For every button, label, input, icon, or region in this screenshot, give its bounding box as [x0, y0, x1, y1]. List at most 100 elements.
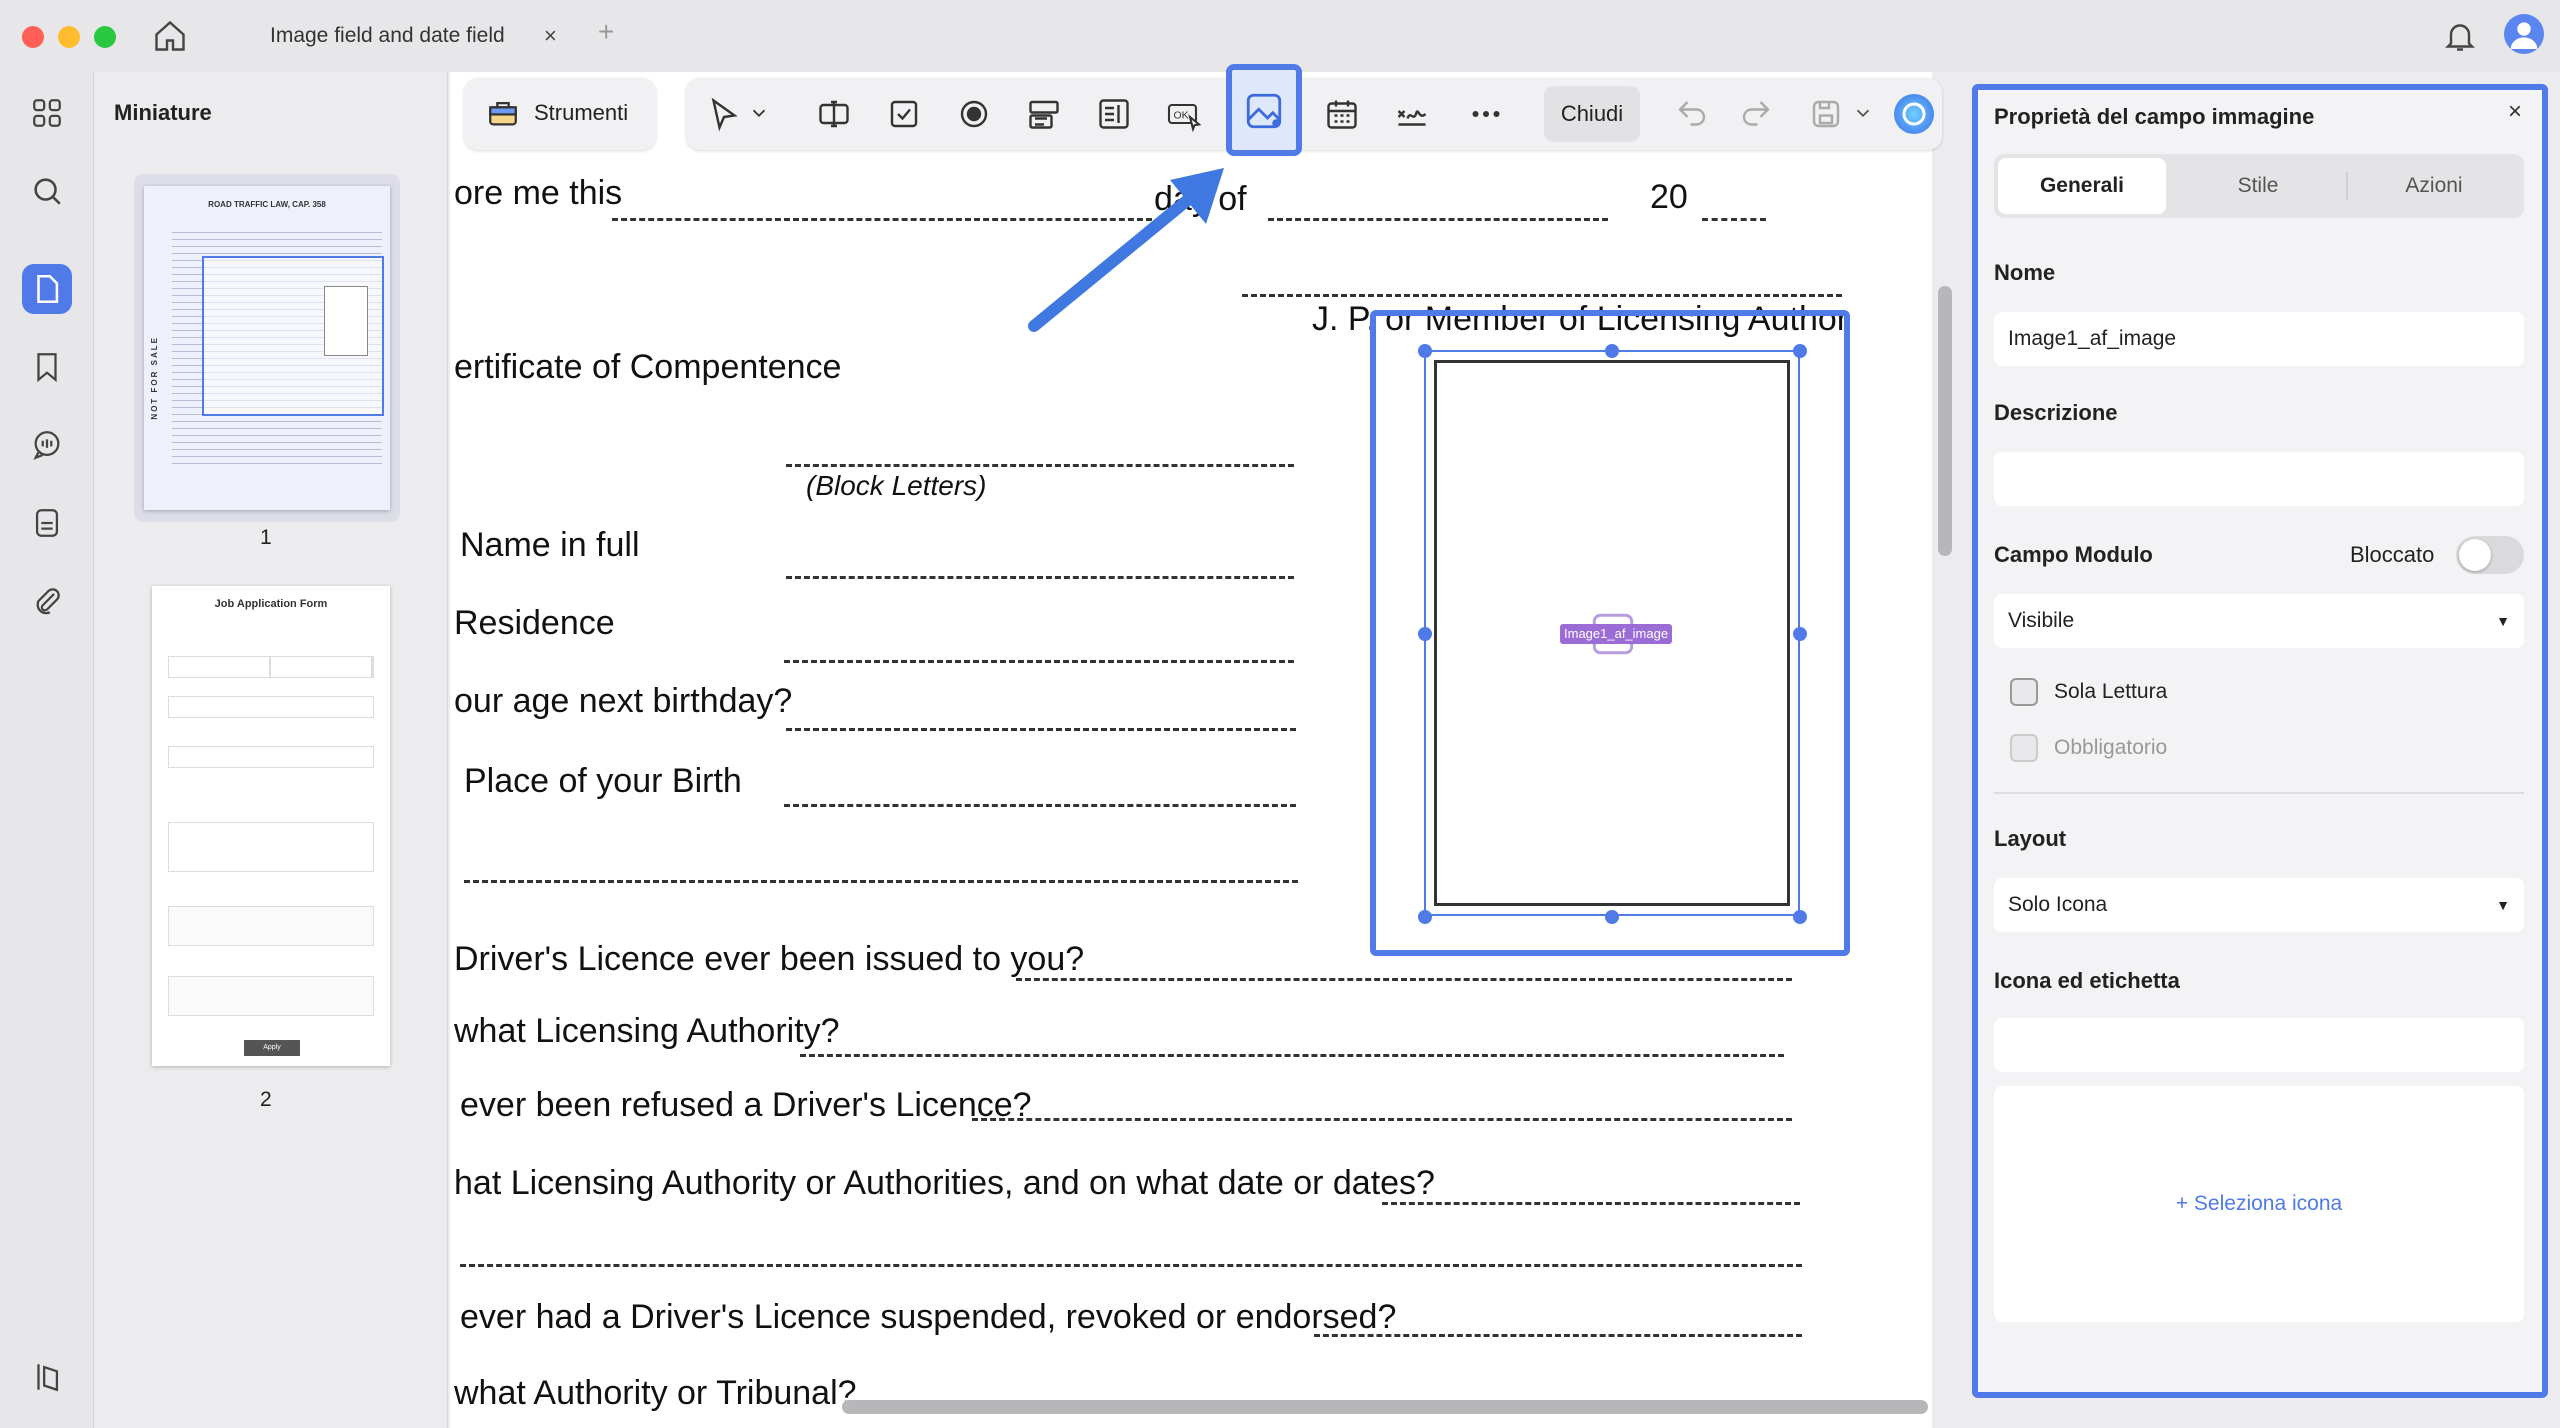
- save-options-chevron-icon[interactable]: [1852, 102, 1874, 124]
- resize-handle[interactable]: [1418, 627, 1432, 641]
- thumbnail-page-2[interactable]: Job Application Form Apply: [152, 586, 390, 1066]
- tab-close-icon[interactable]: ×: [544, 23, 557, 49]
- pages-icon[interactable]: [22, 264, 72, 314]
- doc-dash: [460, 1264, 1802, 1267]
- checkbox-icon[interactable]: [878, 88, 930, 140]
- name-field-value: Image1_af_image: [2008, 327, 2177, 350]
- resize-handle[interactable]: [1605, 910, 1619, 924]
- dropdown-arrow-icon: ▼: [2496, 613, 2510, 629]
- image-field-tag: Image1_af_image: [1560, 624, 1673, 644]
- chevron-down-icon[interactable]: [748, 102, 770, 124]
- doc-line: what Authority or Tribunal?: [454, 1374, 857, 1412]
- button-field-ok-text: OK: [1174, 110, 1189, 122]
- required-checkbox[interactable]: [2010, 734, 2038, 762]
- image-field-tool-button[interactable]: [1226, 64, 1302, 156]
- thumbnail-page-1[interactable]: ROAD TRAFFIC LAW, CAP. 358 NOT FOR SALE: [134, 174, 400, 522]
- avatar[interactable]: [2504, 14, 2544, 54]
- doc-dash: [784, 660, 1294, 663]
- icon-label-field[interactable]: [1994, 1018, 2524, 1072]
- home-icon[interactable]: [152, 18, 188, 54]
- doc-line: Place of your Birth: [464, 762, 742, 800]
- save-icon[interactable]: [1800, 88, 1852, 140]
- layers-icon[interactable]: [22, 1352, 72, 1402]
- read-only-checkbox[interactable]: [2010, 678, 2038, 706]
- attachment-icon[interactable]: [22, 576, 72, 626]
- tools-button[interactable]: Strumenti: [464, 78, 656, 150]
- thumbnail-page-2-row: [168, 656, 374, 678]
- select-pointer-icon[interactable]: [698, 88, 750, 140]
- thumbnail-page-2-row: [168, 746, 374, 768]
- icon-select-area[interactable]: + Seleziona icona: [1994, 1086, 2524, 1322]
- resize-handle[interactable]: [1793, 344, 1807, 358]
- undo-icon[interactable]: [1666, 88, 1718, 140]
- date-field-icon[interactable]: [1316, 88, 1368, 140]
- zoom-window-button[interactable]: [94, 26, 116, 48]
- doc-dash: [784, 804, 1296, 807]
- image-field-icon: [1243, 90, 1285, 132]
- doc-dash: [800, 1054, 1784, 1057]
- thumbnails-title: Miniature: [114, 100, 212, 125]
- thumbnail-page-1-side: NOT FOR SALE: [150, 336, 159, 420]
- properties-tabs: Generali Stile Azioni: [1994, 154, 2524, 218]
- name-label: Nome: [1994, 260, 2056, 285]
- tools-label: Strumenti: [534, 100, 629, 125]
- tab-azioni[interactable]: Azioni: [2350, 158, 2518, 214]
- doc-line: what Licensing Authority?: [454, 1012, 840, 1050]
- vertical-scrollbar[interactable]: [1938, 286, 1952, 556]
- doc-dash: [1242, 294, 1842, 297]
- doc-line: ever had a Driver's Licence suspended, r…: [460, 1298, 1397, 1336]
- left-rail: [0, 72, 94, 1428]
- doc-line: hat Licensing Authority or Authorities, …: [454, 1164, 1435, 1202]
- layout-select[interactable]: Solo Icona ▼: [1994, 878, 2524, 932]
- bell-icon[interactable]: [2442, 18, 2478, 54]
- list-box-icon[interactable]: [1088, 88, 1140, 140]
- bookmark-icon[interactable]: [22, 342, 72, 392]
- doc-dash: [972, 1118, 1792, 1121]
- more-icon[interactable]: [1460, 88, 1512, 140]
- read-only-label: Sola Lettura: [2054, 680, 2168, 703]
- minimize-window-button[interactable]: [58, 26, 80, 48]
- doc-line: Residence: [454, 604, 615, 642]
- search-icon[interactable]: [22, 166, 72, 216]
- document-tab[interactable]: Image field and date field ×: [248, 14, 578, 58]
- close-window-button[interactable]: [22, 26, 44, 48]
- required-label: Obbligatorio: [2054, 736, 2168, 759]
- locked-toggle[interactable]: [2456, 536, 2524, 574]
- new-tab-button[interactable]: +: [598, 16, 614, 48]
- tab-generali[interactable]: Generali: [1998, 158, 2166, 214]
- radio-button-icon[interactable]: [948, 88, 1000, 140]
- apps-grid-icon[interactable]: [22, 88, 72, 138]
- title-bar: Image field and date field × +: [0, 0, 2560, 72]
- combo-box-icon[interactable]: [1018, 88, 1070, 140]
- close-panel-icon[interactable]: ×: [2508, 98, 2522, 126]
- redo-icon[interactable]: [1730, 88, 1782, 140]
- doc-line: 20: [1650, 178, 1688, 216]
- thumbnail-image-field: [324, 286, 368, 356]
- toolbox-icon: [486, 96, 520, 130]
- thumbnail-page-1-label: 1: [260, 526, 272, 549]
- resize-handle[interactable]: [1418, 910, 1432, 924]
- text-field-icon[interactable]: [808, 88, 860, 140]
- divider: [1994, 792, 2524, 794]
- tab-title: Image field and date field: [270, 24, 505, 47]
- thumbnail-page-2-row: [168, 696, 374, 718]
- resize-handle[interactable]: [1793, 627, 1807, 641]
- doc-dash: [786, 576, 1294, 579]
- comment-icon[interactable]: [22, 420, 72, 470]
- visibility-value: Visibile: [2008, 609, 2075, 632]
- ai-assistant-icon[interactable]: [1894, 94, 1934, 134]
- close-form-mode-button[interactable]: Chiudi: [1544, 86, 1640, 142]
- button-field-icon[interactable]: OK: [1158, 88, 1210, 140]
- resize-handle[interactable]: [1605, 344, 1619, 358]
- form-fields-icon[interactable]: [22, 498, 72, 548]
- description-field[interactable]: [1994, 452, 2524, 506]
- tab-stile[interactable]: Stile: [2174, 158, 2342, 214]
- resize-handle[interactable]: [1418, 344, 1432, 358]
- visibility-select[interactable]: Visibile ▼: [1994, 594, 2524, 648]
- signature-field-icon[interactable]: [1386, 88, 1438, 140]
- horizontal-scrollbar[interactable]: [842, 1400, 1928, 1414]
- name-field[interactable]: Image1_af_image: [1994, 312, 2524, 366]
- thumbnail-page-2-upload: [168, 976, 374, 1016]
- resize-handle[interactable]: [1793, 910, 1807, 924]
- select-icon-link[interactable]: + Seleziona icona: [2176, 1192, 2342, 1216]
